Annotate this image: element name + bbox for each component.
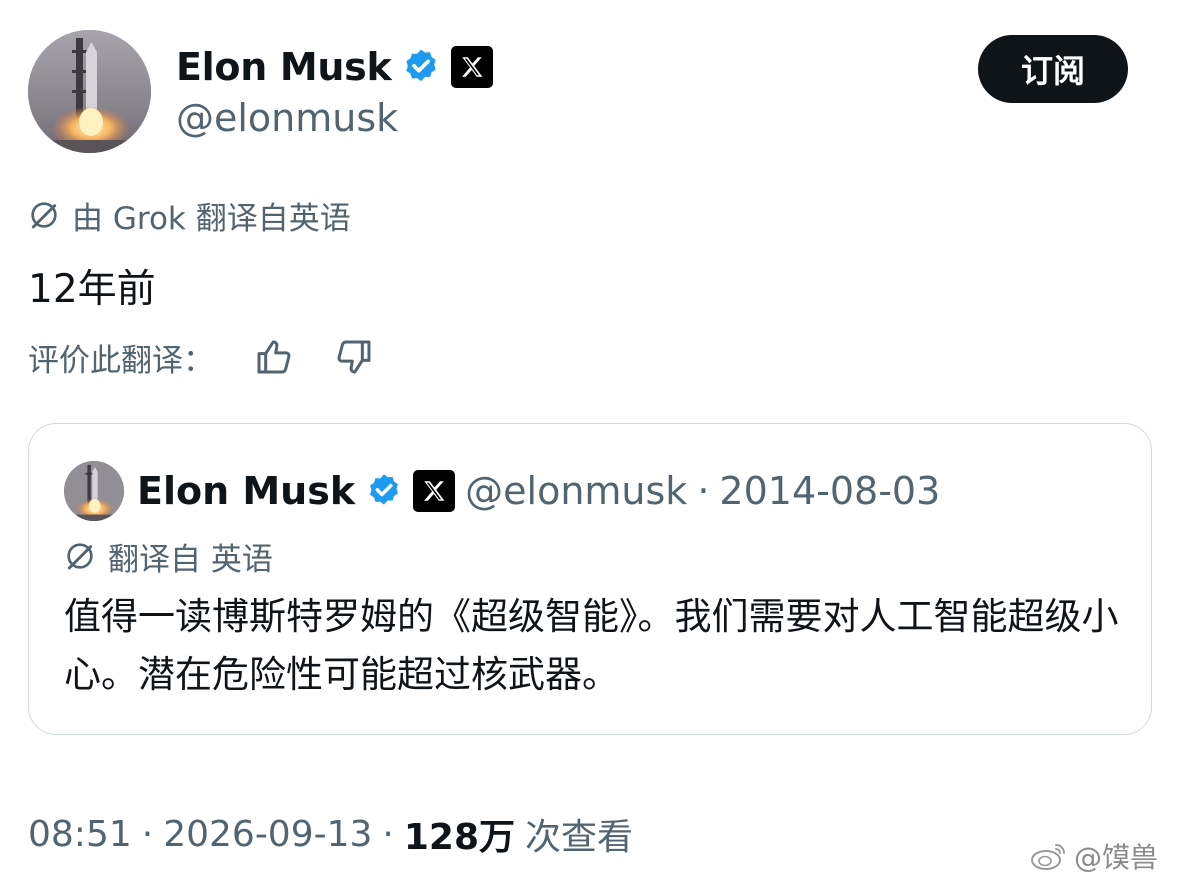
weibo-logo-icon: [1031, 844, 1065, 870]
rocket-launch-avatar-image: [64, 461, 124, 521]
tweet-time[interactable]: 08:51: [28, 814, 132, 855]
quoted-tweet-date: 2014-08-03: [719, 469, 941, 513]
tweet-date[interactable]: 2026-09-13: [163, 814, 372, 855]
footer-separator: ·: [141, 813, 154, 855]
translation-notice-text[interactable]: 由 Grok 翻译自英语: [72, 193, 351, 238]
translation-notice: 由 Grok 翻译自英语: [28, 193, 351, 238]
tweet-footer: 08:51 · 2026-09-13 · 128万 次查看: [28, 808, 634, 860]
views-count[interactable]: 128万: [404, 808, 515, 860]
author-name-row: Elon Musk: [176, 44, 494, 90]
x-logo-icon[interactable]: [451, 46, 494, 88]
rate-translation-label: 评价此翻译：: [28, 342, 214, 379]
thumbs-down-icon[interactable]: [334, 337, 374, 377]
quoted-author-avatar[interactable]: [64, 461, 124, 521]
quoted-tweet-card[interactable]: Elon Musk @elonmusk · 2014-08-03 翻译自 英语: [28, 423, 1152, 735]
author-display-name[interactable]: Elon Musk: [176, 45, 392, 89]
watermark-text: @馍兽: [1074, 841, 1159, 874]
views-label: 次查看: [525, 817, 634, 858]
x-logo-icon: [413, 470, 456, 512]
quoted-translation-notice-text: 翻译自 英语: [108, 541, 273, 578]
rate-translation-row: 评价此翻译：: [28, 336, 374, 379]
quoted-translation-notice: 翻译自 英语: [64, 536, 273, 578]
verified-badge-icon[interactable]: [401, 47, 441, 87]
quoted-meta-separator: ·: [697, 469, 710, 513]
tweet-detail-page: Elon Musk @elonmusk 订阅 由 Grok 翻译自英语 12年前…: [0, 0, 1179, 885]
tweet-text: 12年前: [28, 267, 156, 312]
grok-icon: [67, 543, 93, 570]
author-avatar[interactable]: [28, 30, 151, 153]
quoted-author-display-name[interactable]: Elon Musk: [137, 469, 355, 513]
footer-separator-2: ·: [382, 813, 394, 855]
author-handle[interactable]: @elonmusk: [176, 96, 398, 140]
subscribe-button[interactable]: 订阅: [978, 35, 1128, 103]
quoted-tweet-text: 值得一读博斯特罗姆的《超级智能》。我们需要对人工智能超级小心。潜在危险性可能超过…: [64, 595, 1119, 696]
verified-badge-icon: [370, 474, 399, 505]
thumbs-up-icon[interactable]: [254, 337, 294, 377]
weibo-watermark: @馍兽: [1030, 838, 1158, 874]
rocket-launch-avatar-image: [28, 30, 151, 153]
grok-icon: [31, 202, 57, 229]
quoted-tweet-header: Elon Musk @elonmusk · 2014-08-03: [137, 466, 940, 516]
quoted-author-handle: @elonmusk: [465, 469, 688, 513]
